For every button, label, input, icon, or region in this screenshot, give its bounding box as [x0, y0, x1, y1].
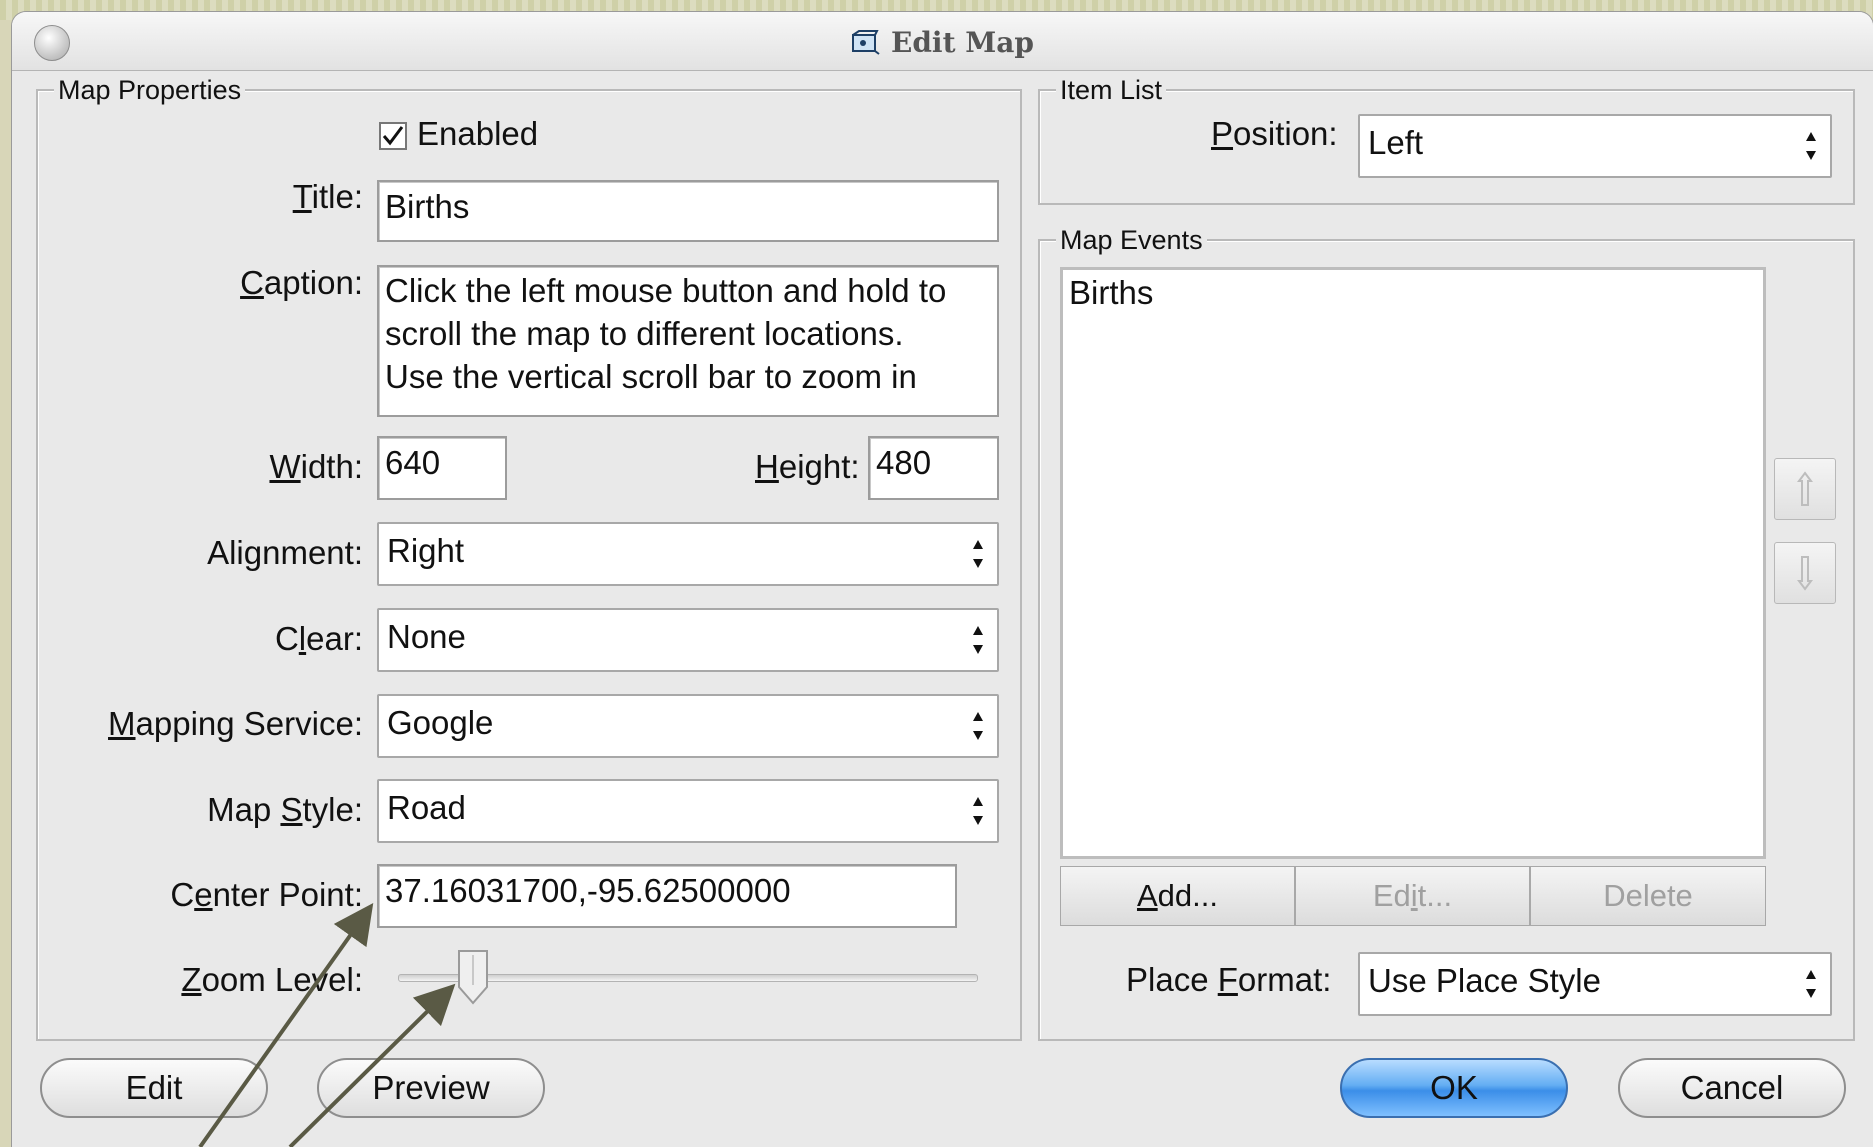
updown-arrows-icon	[973, 540, 983, 568]
ok-button[interactable]: OK	[1340, 1058, 1568, 1118]
height-label: Height:	[755, 448, 860, 485]
list-item[interactable]: Births	[1063, 270, 1763, 316]
checkmark-icon	[382, 126, 404, 146]
edit-button[interactable]: Edit	[40, 1058, 268, 1118]
title-label: Title:	[292, 178, 363, 215]
window-title-text: Edit Map	[891, 26, 1034, 59]
center-point-label: Center Point:	[170, 876, 363, 913]
title-input[interactable]: Births	[377, 180, 999, 242]
map-style-value: Road	[387, 789, 466, 826]
width-input[interactable]: 640	[377, 436, 507, 500]
updown-arrows-icon	[973, 626, 983, 654]
move-down-button[interactable]	[1774, 542, 1836, 604]
map-properties-legend: Map Properties	[54, 75, 246, 106]
caption-line: Click the left mouse button and hold to	[385, 272, 947, 309]
add-event-button[interactable]: Add...	[1060, 866, 1295, 926]
zoom-slider-thumb[interactable]	[456, 949, 490, 1005]
move-up-button[interactable]	[1774, 458, 1836, 520]
cancel-button[interactable]: Cancel	[1618, 1058, 1846, 1118]
delete-event-button[interactable]: Delete	[1530, 866, 1766, 926]
arrow-up-icon	[1797, 471, 1813, 506]
clear-select[interactable]: None	[377, 608, 999, 672]
arrow-down-icon	[1797, 556, 1813, 591]
edit-map-dialog: Edit Map Map Properties Enabled Title: B…	[12, 12, 1873, 1147]
enabled-checkbox[interactable]	[379, 122, 407, 150]
position-select[interactable]: Left	[1358, 114, 1832, 178]
map-icon	[852, 30, 880, 55]
window-title: Edit Map	[12, 26, 1873, 59]
map-style-select[interactable]: Road	[377, 779, 999, 843]
place-format-select[interactable]: Use Place Style	[1358, 952, 1832, 1016]
clear-value: None	[387, 618, 466, 655]
position-label: Position:	[1211, 115, 1338, 152]
alignment-select[interactable]: Right	[377, 522, 999, 586]
caption-line: scroll the map to different locations.	[385, 315, 904, 352]
mapping-service-label: Mapping Service:	[108, 705, 363, 742]
zoom-level-label: Zoom Level:	[181, 961, 363, 998]
height-input[interactable]: 480	[868, 436, 999, 500]
caption-textarea[interactable]: Click the left mouse button and hold to …	[377, 265, 999, 417]
caption-label: Caption:	[240, 264, 363, 301]
alignment-label: Alignment:	[207, 534, 363, 571]
updown-arrows-icon	[973, 712, 983, 740]
map-events-list[interactable]: Births	[1060, 267, 1766, 859]
center-point-input[interactable]: 37.16031700,-95.62500000	[377, 864, 957, 928]
updown-arrows-icon	[973, 797, 983, 825]
updown-arrows-icon	[1806, 132, 1816, 160]
updown-arrows-icon	[1806, 970, 1816, 998]
preview-button[interactable]: Preview	[317, 1058, 545, 1118]
place-format-value: Use Place Style	[1368, 962, 1601, 999]
title-bar: Edit Map	[12, 12, 1873, 71]
map-events-legend: Map Events	[1056, 225, 1207, 256]
mapping-service-value: Google	[387, 704, 494, 741]
clear-label: Clear:	[274, 620, 363, 657]
item-list-legend: Item List	[1056, 75, 1167, 106]
edit-event-button[interactable]: Edit...	[1295, 866, 1530, 926]
map-style-label: Map Style:	[207, 791, 363, 828]
position-value: Left	[1368, 124, 1424, 161]
width-label: Width:	[269, 448, 363, 485]
mapping-service-select[interactable]: Google	[377, 694, 999, 758]
alignment-value: Right	[387, 532, 465, 569]
enabled-label: Enabled	[417, 115, 539, 152]
caption-line: Use the vertical scroll bar to zoom in	[385, 358, 917, 395]
place-format-label: Place Format:	[1126, 961, 1332, 998]
